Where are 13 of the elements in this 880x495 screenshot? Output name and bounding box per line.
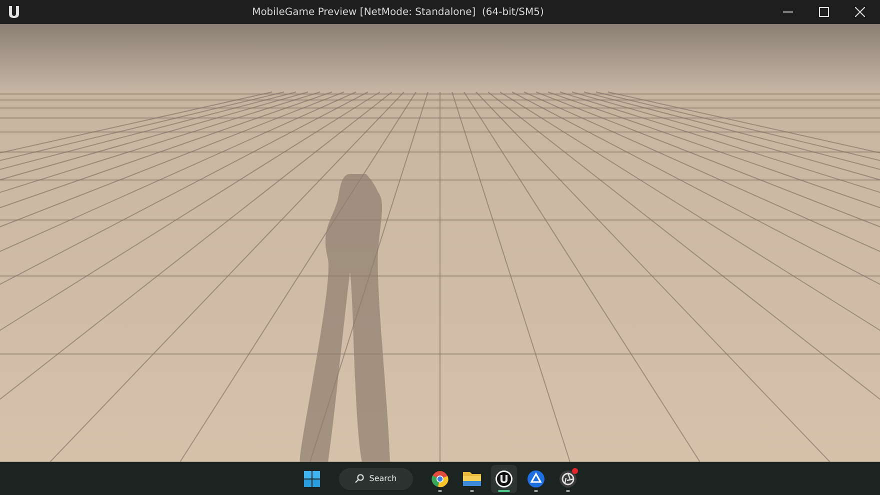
triangle-nodes-icon <box>526 470 545 488</box>
logo-icon <box>6 4 22 20</box>
folder-icon <box>462 471 481 486</box>
engine-logo-icon <box>494 470 513 488</box>
windows-icon <box>304 470 320 486</box>
maximize-icon <box>819 7 829 17</box>
window-title: MobileGame Preview [NetMode: Standalone] (64-bit/SM5) <box>251 6 545 18</box>
search-field[interactable]: Search <box>339 468 413 490</box>
taskbar-app-button[interactable] <box>490 464 517 492</box>
browser-icon <box>430 470 449 488</box>
search-icon <box>355 474 364 483</box>
close-icon <box>855 7 865 17</box>
aperture-icon <box>558 470 577 488</box>
